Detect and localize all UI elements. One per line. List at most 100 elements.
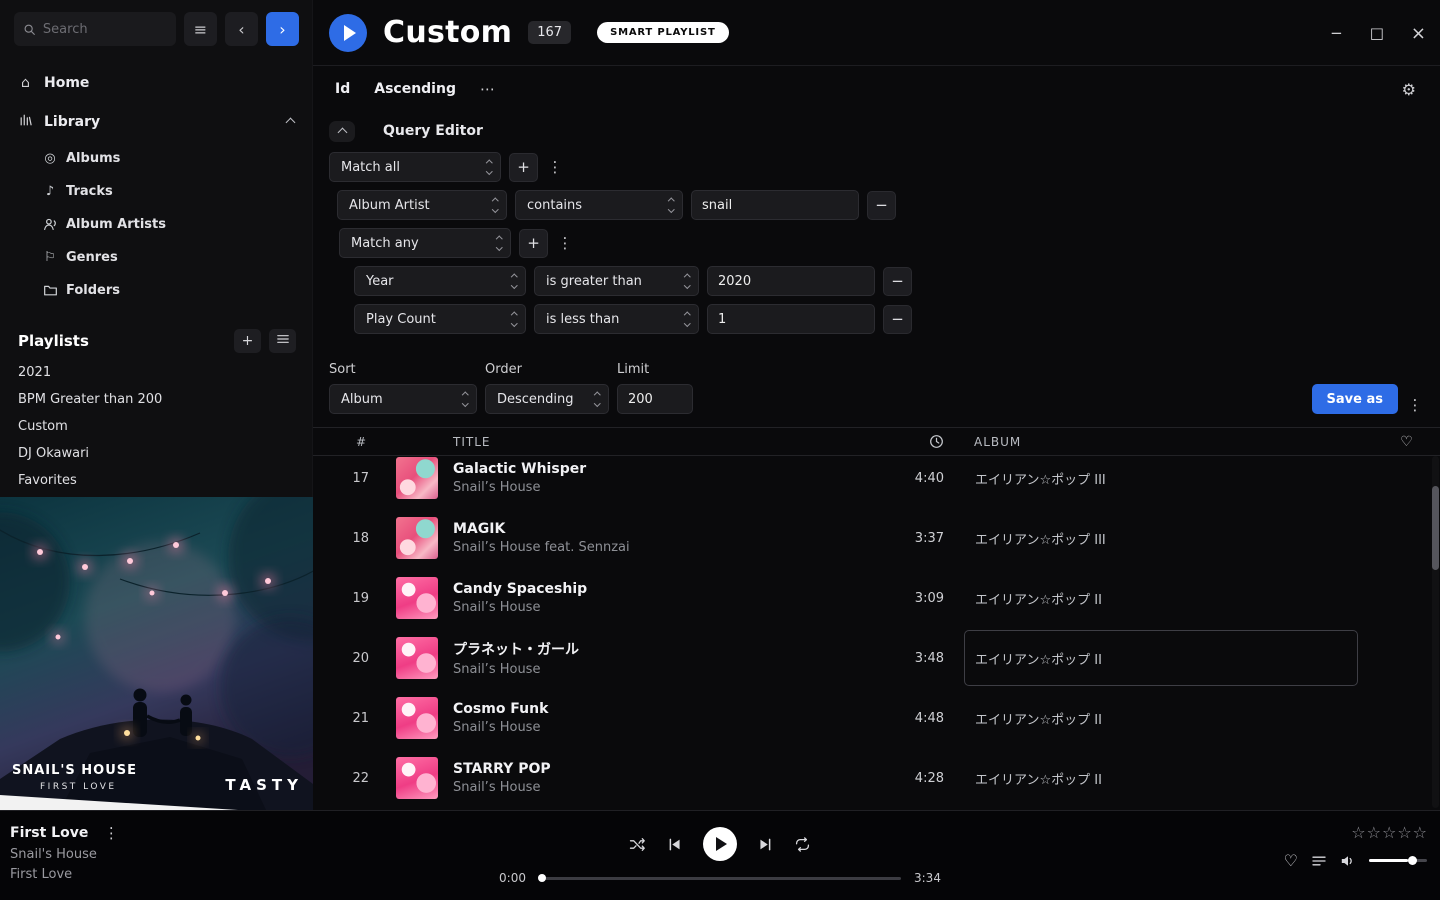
track-artist[interactable]: Snail’s House bbox=[453, 480, 864, 495]
search-box[interactable] bbox=[14, 12, 176, 46]
column-header-album[interactable]: ALBUM bbox=[944, 435, 1384, 449]
column-header-title[interactable]: TITLE bbox=[449, 435, 864, 449]
next-button[interactable] bbox=[758, 837, 773, 852]
track-album[interactable]: エイリアン☆ポップ III bbox=[964, 510, 1358, 566]
root-options-button[interactable]: ⋮ bbox=[546, 158, 564, 176]
menu-button[interactable]: ≡ bbox=[184, 12, 217, 46]
close-button[interactable]: × bbox=[1411, 23, 1426, 44]
match-type-select[interactable]: Match all bbox=[329, 152, 501, 182]
track-album[interactable]: エイリアン☆ポップ II bbox=[964, 750, 1358, 806]
rule-operator-select[interactable]: is less than bbox=[534, 304, 699, 334]
group-options-button[interactable]: ⋮ bbox=[556, 234, 574, 252]
sort-select[interactable]: Album bbox=[329, 384, 477, 414]
scrollbar[interactable] bbox=[1432, 456, 1439, 808]
now-playing-title[interactable]: First Love bbox=[10, 825, 88, 841]
column-header-duration[interactable] bbox=[864, 434, 944, 449]
sidebar-item-folders[interactable]: Folders bbox=[0, 274, 312, 307]
more-options-button[interactable]: ⋯ bbox=[480, 80, 496, 98]
rule-value-input[interactable] bbox=[707, 266, 875, 296]
group-match-type-select[interactable]: Match any bbox=[339, 228, 511, 258]
track-album[interactable]: エイリアン☆ポップ III bbox=[964, 456, 1358, 506]
track-art-thumbnail[interactable] bbox=[396, 757, 438, 799]
collapse-library-icon[interactable] bbox=[287, 114, 294, 130]
star-rating-icon[interactable]: ☆ bbox=[1382, 823, 1396, 842]
queue-button[interactable] bbox=[1311, 853, 1327, 869]
add-group-rule-button[interactable]: + bbox=[519, 229, 548, 258]
manage-playlists-button[interactable] bbox=[269, 329, 296, 353]
sidebar-item-home[interactable]: ⌂ Home bbox=[0, 64, 312, 102]
playlist-item[interactable]: Custom bbox=[0, 413, 312, 440]
star-rating-icon[interactable]: ☆ bbox=[1351, 823, 1365, 842]
now-playing-artist[interactable]: Snail's House bbox=[10, 847, 120, 862]
volume-handle[interactable] bbox=[1408, 856, 1417, 865]
play-pause-button[interactable] bbox=[703, 827, 737, 861]
star-rating-icon[interactable]: ☆ bbox=[1367, 823, 1381, 842]
add-rule-button[interactable]: + bbox=[509, 153, 538, 182]
track-artist[interactable]: Snail’s House bbox=[453, 720, 864, 735]
sidebar-item-albums[interactable]: ◎ Albums bbox=[0, 142, 312, 175]
now-playing-art[interactable]: SNAIL'S HOUSE FIRST LOVE TASTY bbox=[0, 497, 313, 810]
save-options-button[interactable]: ⋮ bbox=[1406, 396, 1424, 414]
sort-direction-button[interactable]: Ascending bbox=[374, 81, 456, 97]
track-artist[interactable]: Snail’s House bbox=[453, 780, 864, 795]
seek-handle[interactable] bbox=[538, 874, 546, 882]
limit-input[interactable] bbox=[617, 384, 693, 414]
sort-field-button[interactable]: Id bbox=[335, 81, 350, 97]
play-playlist-button[interactable] bbox=[329, 14, 367, 52]
playlist-item[interactable]: BPM Greater than 200 bbox=[0, 386, 312, 413]
track-art-thumbnail[interactable] bbox=[396, 577, 438, 619]
track-album[interactable]: エイリアン☆ポップ II bbox=[964, 570, 1358, 626]
rule-field-select[interactable]: Year bbox=[354, 266, 526, 296]
sidebar-item-tracks[interactable]: ♪ Tracks bbox=[0, 175, 312, 208]
table-row[interactable]: 18 MAGIK Snail’s House feat. Sennzai 3:3… bbox=[313, 508, 1440, 568]
track-art-thumbnail[interactable] bbox=[396, 697, 438, 739]
sidebar-item-library[interactable]: Library bbox=[0, 102, 312, 142]
column-header-index[interactable]: # bbox=[313, 435, 377, 449]
volume-slider[interactable] bbox=[1369, 859, 1427, 862]
sidebar-item-album-artists[interactable]: Album Artists bbox=[0, 208, 312, 241]
table-row[interactable]: 19 Candy Spaceship Snail’s House 3:09 エイ… bbox=[313, 568, 1440, 628]
save-as-button[interactable]: Save as bbox=[1312, 384, 1398, 414]
remove-rule-button[interactable]: − bbox=[883, 267, 912, 296]
remove-rule-button[interactable]: − bbox=[883, 305, 912, 334]
track-title[interactable]: MAGIK bbox=[453, 521, 864, 537]
shuffle-button[interactable] bbox=[629, 836, 646, 853]
now-playing-album[interactable]: First Love bbox=[10, 867, 120, 882]
rule-operator-select[interactable]: is greater than bbox=[534, 266, 699, 296]
star-rating-icon[interactable]: ☆ bbox=[1413, 823, 1427, 842]
rule-value-input[interactable] bbox=[691, 190, 859, 220]
settings-gear-icon[interactable]: ⚙ bbox=[1402, 80, 1416, 99]
table-row[interactable]: 21 Cosmo Funk Snail’s House 4:48 エイリアン☆ポ… bbox=[313, 688, 1440, 748]
track-art-thumbnail[interactable] bbox=[396, 637, 438, 679]
playlist-item[interactable]: DJ Okawari bbox=[0, 440, 312, 467]
search-input[interactable] bbox=[43, 22, 167, 37]
order-select[interactable]: Descending bbox=[485, 384, 609, 414]
rule-value-input[interactable] bbox=[707, 304, 875, 334]
track-title[interactable]: プラネット・ガール bbox=[453, 639, 864, 659]
forward-button[interactable]: › bbox=[266, 12, 299, 46]
rule-operator-select[interactable]: contains bbox=[515, 190, 683, 220]
track-title[interactable]: Cosmo Funk bbox=[453, 701, 864, 717]
track-artist[interactable]: Snail’s House bbox=[453, 662, 864, 677]
repeat-button[interactable] bbox=[794, 836, 811, 853]
add-playlist-button[interactable]: + bbox=[234, 329, 261, 353]
track-art-thumbnail[interactable] bbox=[396, 457, 438, 499]
volume-button[interactable] bbox=[1340, 853, 1356, 869]
rule-field-select[interactable]: Play Count bbox=[354, 304, 526, 334]
rule-field-select[interactable]: Album Artist bbox=[337, 190, 507, 220]
previous-button[interactable] bbox=[667, 837, 682, 852]
maximize-button[interactable]: □ bbox=[1370, 24, 1384, 42]
track-title[interactable]: STARRY POP bbox=[453, 761, 864, 777]
table-row[interactable]: 20 プラネット・ガール Snail’s House 3:48 エイリアン☆ポッ… bbox=[313, 628, 1440, 688]
table-row[interactable]: 17 Galactic Whisper Snail’s House 4:40 エ… bbox=[313, 456, 1440, 508]
track-album[interactable]: エイリアン☆ポップ II bbox=[964, 690, 1358, 746]
favorite-button[interactable]: ♡ bbox=[1284, 851, 1298, 870]
track-artist[interactable]: Snail’s House feat. Sennzai bbox=[453, 540, 864, 555]
table-row[interactable]: 22 STARRY POP Snail’s House 4:28 エイリアン☆ポ… bbox=[313, 748, 1440, 808]
remove-rule-button[interactable]: − bbox=[867, 191, 896, 220]
column-header-favorite[interactable]: ♡ bbox=[1384, 434, 1430, 450]
track-album[interactable]: エイリアン☆ポップ II bbox=[964, 630, 1358, 686]
track-options-button[interactable]: ⋮ bbox=[102, 824, 120, 842]
track-artist[interactable]: Snail’s House bbox=[453, 600, 864, 615]
sidebar-item-genres[interactable]: ⚐ Genres bbox=[0, 241, 312, 274]
